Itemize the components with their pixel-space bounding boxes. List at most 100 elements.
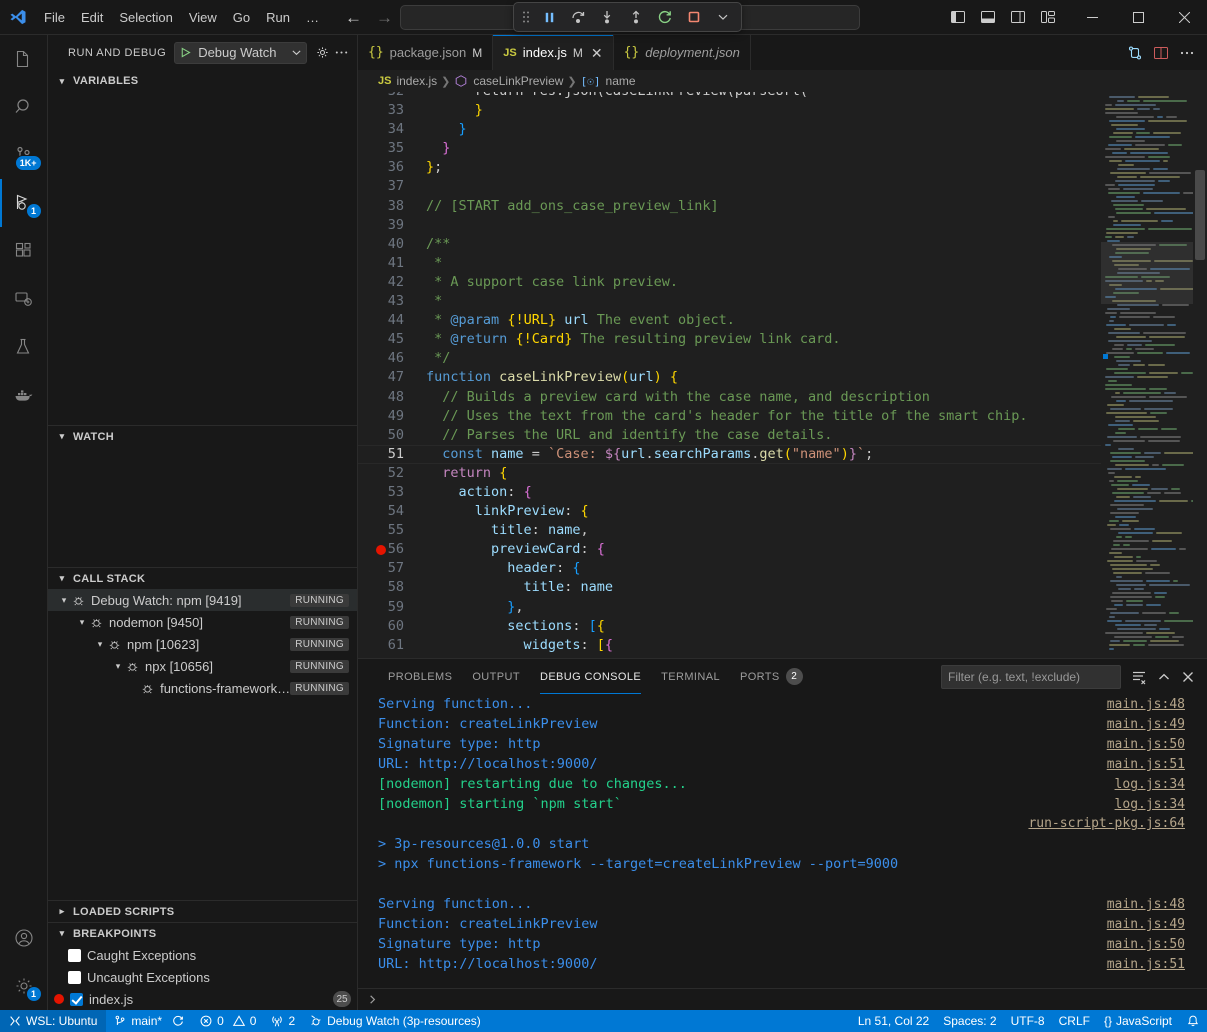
panel-tab[interactable]: PORTS2 [730, 659, 813, 694]
code-text-region[interactable]: 32 return res.json(caseLinkPreview(parse… [358, 92, 1101, 658]
console-source-link[interactable]: main.js:49 [1107, 915, 1185, 935]
toggle-primary-sidebar-icon[interactable] [945, 4, 971, 30]
chevron-down-icon[interactable] [291, 47, 302, 58]
chevron-down-icon[interactable]: ▾ [92, 639, 108, 650]
breakpoint-row[interactable]: index.js25 [48, 988, 357, 1010]
settings-button[interactable]: 1 [0, 962, 48, 1010]
console-source-link[interactable]: log.js:34 [1115, 775, 1185, 795]
chevron-down-icon[interactable]: ▾ [110, 661, 126, 672]
sidebar-item-remote-explorer[interactable] [0, 275, 48, 323]
code-line[interactable]: 48 // Builds a preview card with the cas… [358, 388, 1101, 407]
status-radio-tower-indicator[interactable]: 2 [263, 1010, 302, 1032]
ellipsis-icon[interactable] [334, 45, 349, 60]
stop-button[interactable] [680, 5, 708, 29]
menu-file[interactable]: File [36, 7, 73, 28]
console-source-link[interactable]: main.js:48 [1107, 895, 1185, 915]
status-editor-position[interactable]: Ln 51, Col 22 [851, 1010, 936, 1032]
breakpoint-row[interactable]: Caught Exceptions [48, 944, 357, 966]
source-code[interactable]: 32 return res.json(caseLinkPreview(parse… [358, 92, 1101, 655]
code-line[interactable]: 52 return { [358, 464, 1101, 483]
arrow-left-icon[interactable]: ← [345, 9, 362, 26]
chevron-down-icon[interactable] [709, 5, 737, 29]
code-line[interactable]: 43 * [358, 292, 1101, 311]
code-line[interactable]: 51 const name = `Case: ${url.searchParam… [358, 445, 1101, 464]
call-stack-row[interactable]: ▾npm [10623]RUNNING [48, 633, 357, 655]
status-debug-session-indicator[interactable]: Debug Watch (3p-resources) [302, 1010, 488, 1032]
panel-tab[interactable]: TERMINAL [651, 659, 730, 694]
pause-button[interactable] [535, 5, 563, 29]
console-source-link[interactable]: run-script-pkg.js:64 [1028, 814, 1185, 834]
code-line[interactable]: 50 // Parses the URL and identify the ca… [358, 426, 1101, 445]
status-editor-eol[interactable]: CRLF [1052, 1010, 1097, 1032]
code-line[interactable]: 38// [START add_ons_case_preview_link] [358, 197, 1101, 216]
debug-console-input-row[interactable] [358, 988, 1207, 1010]
code-line[interactable]: 44 * @param {!URL} url The event object. [358, 311, 1101, 330]
section-breakpoints-header[interactable]: ▾ BREAKPOINTS [48, 922, 357, 944]
sidebar-item-extensions[interactable] [0, 227, 48, 275]
call-stack-row[interactable]: ▾nodemon [9450]RUNNING [48, 611, 357, 633]
chevron-up-icon[interactable] [1157, 670, 1171, 684]
debug-toolbar[interactable] [513, 2, 742, 32]
console-source-link[interactable]: main.js:51 [1107, 755, 1185, 775]
ellipsis-icon[interactable] [1179, 45, 1195, 61]
code-line[interactable]: 53 action: { [358, 483, 1101, 502]
compare-changes-icon[interactable] [1127, 45, 1143, 61]
code-line[interactable]: 34 } [358, 120, 1101, 139]
status-editor-indentation[interactable]: Spaces: 2 [936, 1010, 1003, 1032]
status-remote-indicator[interactable]: WSL: Ubuntu [0, 1010, 106, 1032]
code-line[interactable]: 55 title: name, [358, 521, 1101, 540]
editor-tab-close-icon[interactable]: ✕ [591, 46, 603, 60]
code-line[interactable]: 54 linkPreview: { [358, 502, 1101, 521]
sidebar-item-testing[interactable] [0, 323, 48, 371]
breadcrumb-item[interactable]: [☉]name [581, 74, 636, 88]
code-line[interactable]: 37 [358, 177, 1101, 196]
status-editor-encoding[interactable]: UTF-8 [1004, 1010, 1052, 1032]
code-line[interactable]: 45 * @return {!Card} The resulting previ… [358, 330, 1101, 349]
code-line[interactable]: 40/** [358, 235, 1101, 254]
menu-go[interactable]: Go [225, 7, 258, 28]
window-maximize-button[interactable] [1115, 0, 1161, 35]
minimap-slider[interactable] [1101, 242, 1207, 304]
section-call-stack-header[interactable]: ▾ CALL STACK [48, 567, 357, 589]
sidebar-item-search[interactable] [0, 83, 48, 131]
console-source-link[interactable]: main.js:50 [1107, 935, 1185, 955]
code-line[interactable]: 35 } [358, 139, 1101, 158]
drag-handle-icon[interactable] [518, 5, 534, 29]
editor-tab[interactable]: JSindex.jsM✕ [493, 35, 613, 70]
restart-button[interactable] [651, 5, 679, 29]
minimap[interactable] [1101, 92, 1207, 658]
code-line[interactable]: 59 }, [358, 598, 1101, 617]
console-source-link[interactable]: main.js:51 [1107, 955, 1185, 975]
code-line[interactable]: 33 } [358, 101, 1101, 120]
window-close-button[interactable] [1161, 0, 1207, 35]
start-debugging-icon[interactable] [179, 46, 192, 59]
breakpoint-checkbox[interactable] [70, 993, 83, 1006]
console-source-link[interactable]: main.js:48 [1107, 695, 1185, 715]
breadcrumb-item[interactable]: caseLinkPreview [454, 74, 563, 88]
panel-tab[interactable]: OUTPUT [462, 659, 530, 694]
sidebar-item-docker[interactable] [0, 371, 48, 419]
debug-console-output[interactable]: Serving function...main.js:48Function: c… [358, 694, 1207, 988]
editor-code-area[interactable]: 32 return res.json(caseLinkPreview(parse… [358, 92, 1207, 658]
menu-view[interactable]: View [181, 7, 225, 28]
code-line[interactable]: 36}; [358, 158, 1101, 177]
console-source-link[interactable]: main.js:49 [1107, 715, 1185, 735]
console-source-link[interactable]: log.js:34 [1115, 795, 1185, 815]
close-icon[interactable] [1181, 670, 1195, 684]
editor-scrollbar[interactable] [1193, 92, 1207, 658]
gear-icon[interactable] [315, 45, 330, 60]
menu-selection[interactable]: Selection [111, 7, 180, 28]
status-branch-indicator[interactable]: main* [106, 1010, 192, 1032]
code-line[interactable]: 39 [358, 216, 1101, 235]
menu-run[interactable]: Run [258, 7, 298, 28]
sidebar-item-source-control[interactable]: 1K+ [0, 131, 48, 179]
menu-more[interactable]: … [298, 7, 327, 28]
breakpoint-gutter-marker[interactable] [376, 545, 386, 555]
breakpoint-checkbox[interactable] [68, 949, 81, 962]
call-stack-row[interactable]: functions-framework [106…RUNNING [48, 677, 357, 699]
call-stack-row[interactable]: ▾npx [10656]RUNNING [48, 655, 357, 677]
panel-tab[interactable]: DEBUG CONSOLE [530, 659, 651, 694]
code-line[interactable]: 61 widgets: [{ [358, 636, 1101, 655]
panel-tab[interactable]: PROBLEMS [378, 659, 462, 694]
clear-all-icon[interactable] [1131, 669, 1147, 685]
